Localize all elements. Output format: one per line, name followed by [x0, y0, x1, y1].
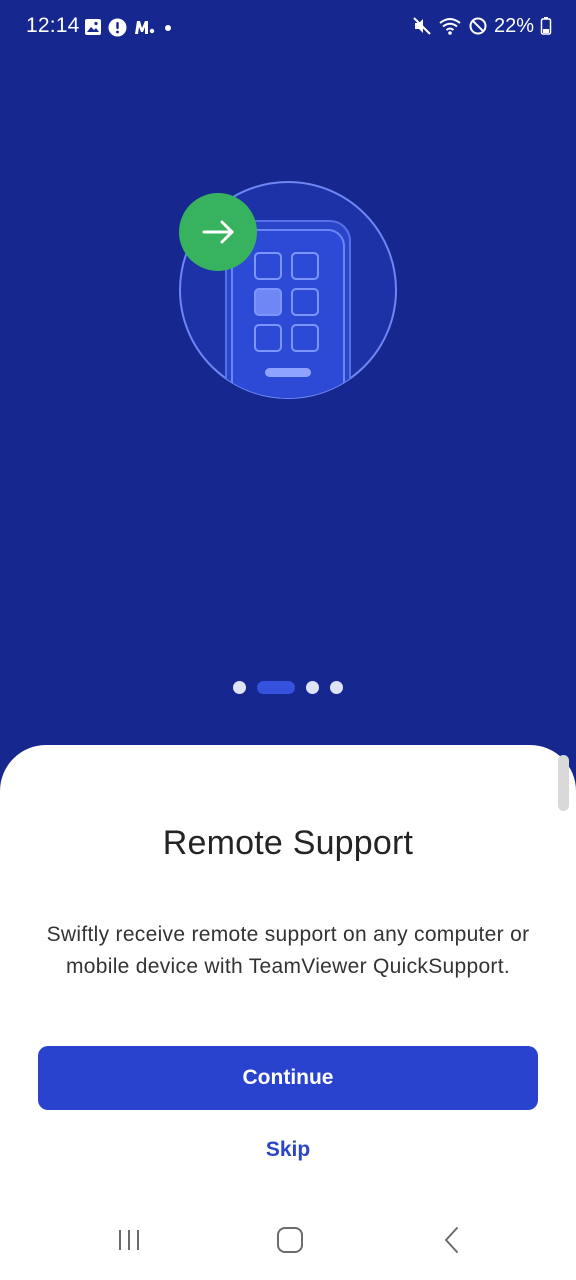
- status-right-group: 22%: [412, 14, 552, 38]
- page-dot[interactable]: [330, 680, 343, 694]
- recents-button[interactable]: [107, 1220, 151, 1260]
- home-icon: [277, 1227, 303, 1253]
- page-dot[interactable]: [233, 680, 246, 694]
- back-icon: [445, 1227, 458, 1253]
- continue-button[interactable]: Continue: [38, 1046, 538, 1110]
- recents-icon: [119, 1230, 139, 1250]
- sheet-scrollbar[interactable]: [558, 755, 569, 811]
- do-not-disturb-icon: [469, 17, 487, 35]
- dot-icon: [165, 25, 171, 31]
- system-navigation-bar: [0, 1200, 576, 1280]
- mobile-data-m-icon: [135, 21, 155, 34]
- page-dot-active[interactable]: [257, 680, 295, 694]
- onboarding-hero: 12:14 22%: [0, 0, 576, 780]
- home-button[interactable]: [268, 1220, 312, 1260]
- battery-icon: [540, 17, 552, 35]
- status-left-icons: [84, 16, 175, 38]
- mute-icon: [413, 17, 431, 35]
- alert-icon: [108, 18, 127, 36]
- skip-button[interactable]: Skip: [238, 1138, 338, 1162]
- status-time: 12:14: [26, 14, 80, 37]
- remote-support-illustration: [179, 181, 397, 399]
- page-indicator: [0, 678, 576, 696]
- arrow-right-icon: [179, 193, 257, 271]
- status-bar: 12:14 22%: [0, 0, 576, 54]
- wifi-icon: [439, 18, 461, 35]
- battery-percent: 22%: [493, 14, 534, 37]
- page-description: Swiftly receive remote support on any co…: [46, 923, 530, 978]
- gallery-icon: [85, 19, 101, 35]
- page-title: Remote Support: [162, 824, 414, 862]
- back-button[interactable]: [430, 1220, 474, 1260]
- page-dot[interactable]: [306, 680, 319, 694]
